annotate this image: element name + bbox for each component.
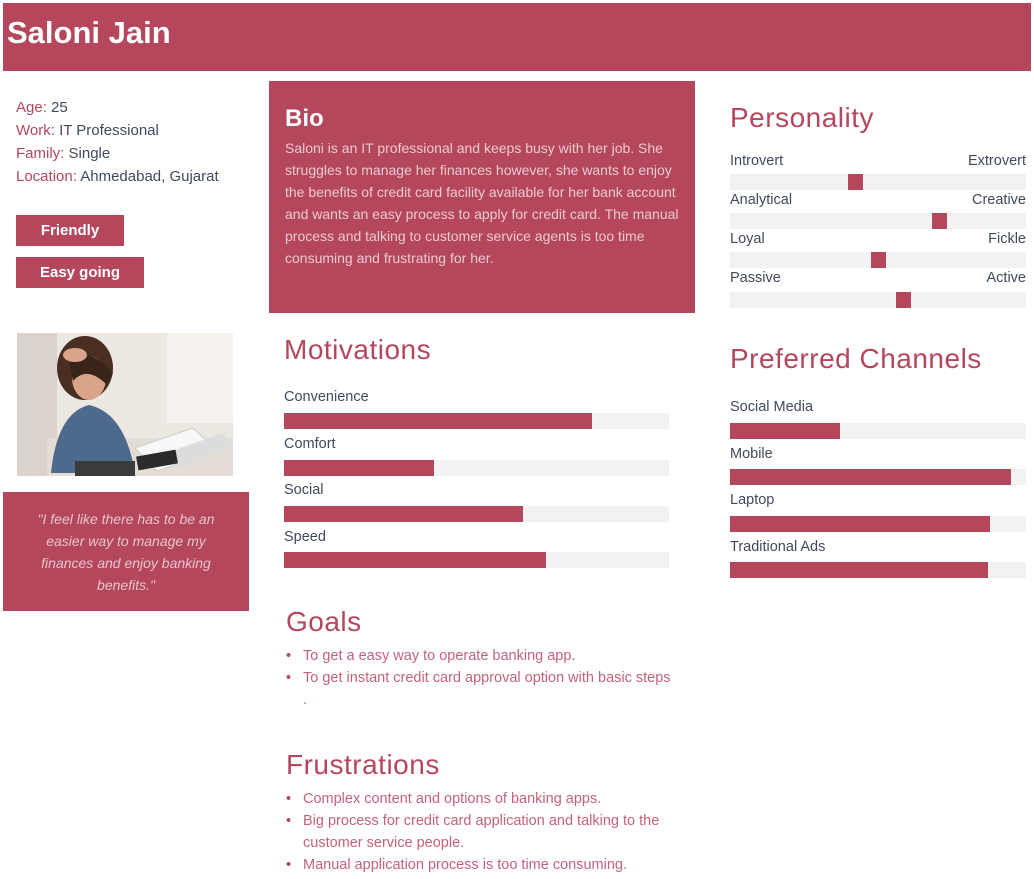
channel-label: Social Media [730,399,814,415]
detail-label: Work: [16,122,55,139]
list-item: Manual application process is too time c… [286,854,676,876]
frustrations-list: Complex content and options of banking a… [286,788,676,876]
motivation-fill [284,460,435,476]
trait-track [730,213,1026,229]
channel-label: Laptop [730,492,775,508]
motivation-track [284,460,669,476]
detail-work: Work: IT Professional [16,119,219,142]
trait-track [730,252,1026,268]
list-item: Complex content and options of banking a… [286,788,676,810]
motivation-label: Speed [284,529,326,545]
detail-age: Age: 25 [16,96,219,119]
trait-marker [848,174,863,190]
channel-label: Traditional Ads [730,539,826,555]
channel-fill [730,469,1012,485]
detail-value: 25 [46,99,68,116]
channel-track [730,423,1026,439]
motivation-fill [284,506,523,522]
list-item: Big process for credit card application … [286,810,676,854]
motivation-track [284,413,669,429]
motivation-track [284,506,669,522]
detail-label: Location: [16,168,77,185]
channel-label: Mobile [730,446,773,462]
motivation-fill [284,552,546,568]
detail-value: Ahmedabad, Gujarat [76,168,219,185]
bio-title: Bio [285,105,324,132]
goals-list: To get a easy way to operate banking app… [286,645,676,711]
tag-easy-going: Easy going [16,257,144,288]
detail-value: IT Professional [54,122,159,139]
trait-left-label: Loyal [730,231,765,247]
channel-track [730,469,1026,485]
trait-right-label: Active [986,270,1027,286]
trait-right-label: Fickle [988,231,1026,247]
channel-track [730,562,1026,578]
bio-card: Bio Saloni is an IT professional and kee… [269,81,695,313]
channel-fill [730,562,988,578]
persona-details: Age: 25 Work: IT Professional Family: Si… [16,96,219,188]
motivation-label: Comfort [284,436,336,452]
persona-quote: "I feel like there has to be an easier w… [3,492,249,611]
tag-friendly: Friendly [16,215,124,246]
personality-title: Personality [730,102,875,133]
channels-title: Preferred Channels [730,343,982,374]
motivations-title: Motivations [284,334,432,365]
channel-fill [730,516,991,532]
trait-left-label: Introvert [730,153,784,169]
trait-marker [871,252,886,268]
trait-track [730,174,1026,190]
list-item: To get a easy way to operate banking app… [286,645,676,667]
trait-left-label: Passive [730,270,781,286]
detail-family: Family: Single [16,142,219,165]
trait-marker [932,213,947,229]
motivation-label: Convenience [284,389,369,405]
channel-fill [730,423,840,439]
frustrations-title: Frustrations [286,749,440,780]
list-item: To get instant credit card approval opti… [286,667,676,711]
trait-left-label: Analytical [730,192,793,208]
channel-track [730,516,1026,532]
detail-location: Location: Ahmedabad, Gujarat [16,165,219,188]
goals-title: Goals [286,606,362,637]
bio-text: Saloni is an IT professional and keeps b… [285,140,679,266]
persona-name: Saloni Jain [7,15,171,50]
trait-track [730,292,1026,308]
detail-label: Family: [16,145,65,162]
trait-right-label: Creative [972,192,1026,208]
page-header: Saloni Jain [3,3,1031,71]
motivation-label: Social [284,482,324,498]
persona-photo [17,333,233,476]
detail-value: Single [64,145,111,162]
trait-marker [896,292,911,308]
detail-label: Age: [16,99,47,116]
trait-right-label: Extrovert [967,153,1026,169]
motivation-track [284,552,669,568]
motivation-fill [284,413,592,429]
